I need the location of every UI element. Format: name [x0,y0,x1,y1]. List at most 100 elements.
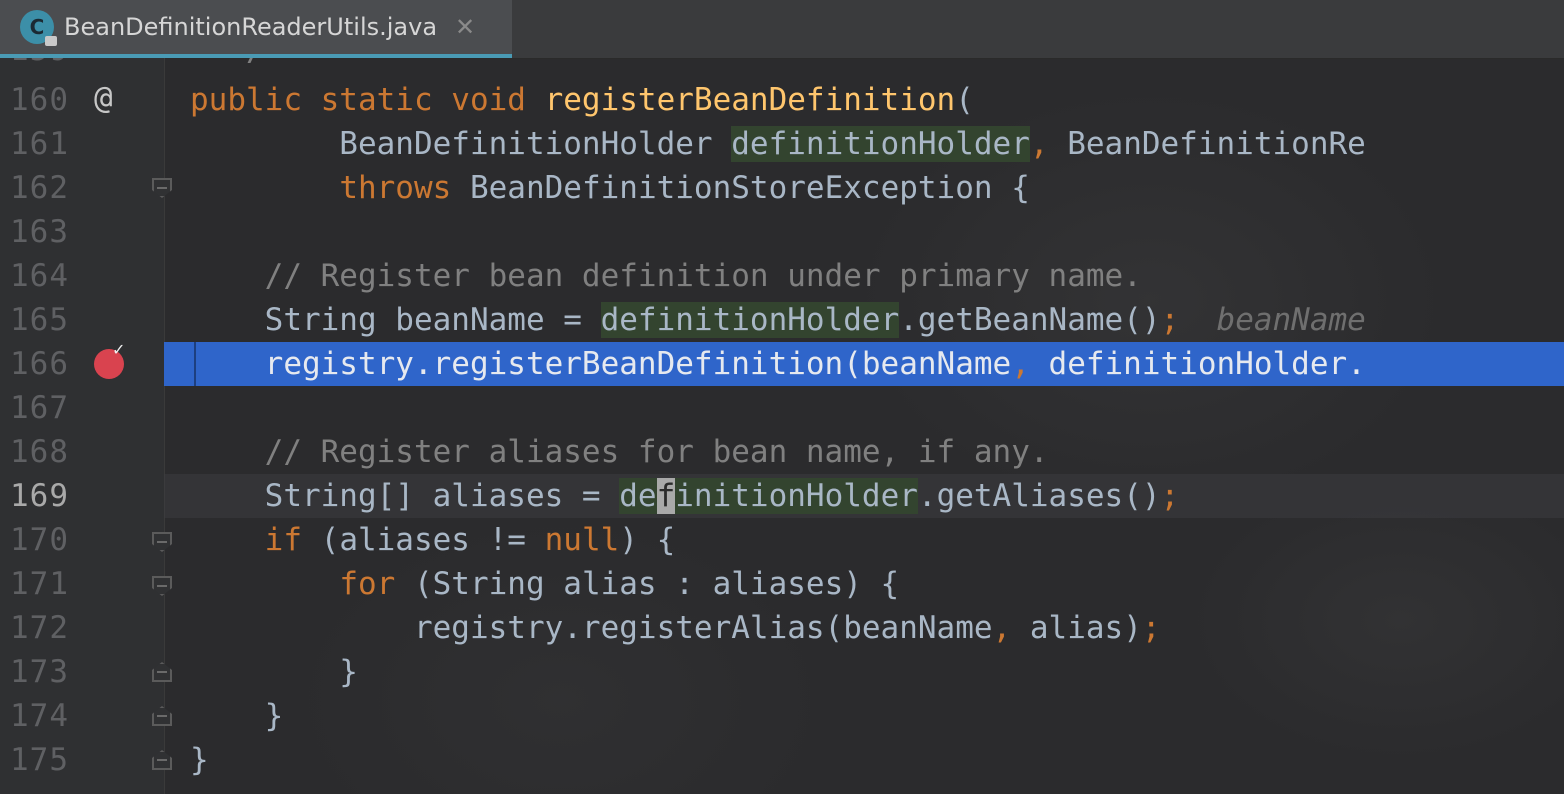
code-token: null [544,522,620,558]
code-token: definitionHolder. [1048,346,1366,382]
code-token: ; [1160,478,1180,514]
code-text: // Register aliases for bean name, if an… [190,430,1049,474]
line-number: 170 [10,522,69,558]
code-line[interactable]: 172 registry.registerAlias(beanName, ali… [0,606,1564,650]
code-token: (String alias : aliases) { [413,566,900,602]
code-line[interactable]: 173 } [0,650,1564,694]
code-line[interactable]: 161 BeanDefinitionHolder definitionHolde… [0,122,1564,166]
code-line[interactable]: 170 if (aliases != null) { [0,518,1564,562]
code-text: for (String alias : aliases) { [190,562,899,606]
editor-tab-bar: C BeanDefinitionReaderUtils.java ✕ [0,0,1564,59]
code-line[interactable]: 167 [0,386,1564,430]
code-token: registry.registerAlias(beanName [190,610,993,646]
code-token: , [992,610,1030,646]
code-text: } [190,738,209,782]
class-icon-letter: C [29,15,45,39]
code-token: , [1029,126,1068,162]
code-line[interactable]: 160 public static void registerBeanDefini… [0,78,1564,122]
code-token: alias) [1029,610,1142,646]
code-token: beanName [1179,302,1366,338]
code-token: BeanDefinitionStoreException { [469,170,1030,206]
code-token: } [190,742,209,778]
code-text: registry.registerAlias(beanName, alias); [190,606,1161,650]
tab-bean-definition-reader-utils[interactable]: C BeanDefinitionReaderUtils.java ✕ [0,0,512,58]
code-token: definitionHolder [731,126,1030,162]
code-token: String[] aliases = [190,478,620,514]
breakpoint-icon[interactable]: ✓ [94,342,125,379]
code-text: if (aliases != null) { [190,518,676,562]
line-number: 166 [10,346,69,382]
code-line[interactable]: 164 // Register bean definition under pr… [0,254,1564,298]
code-token: ; [1141,610,1161,646]
code-token: .getBeanName() [899,302,1161,338]
line-number: 162 [10,170,69,206]
line-number: 175 [10,742,69,778]
code-token: for [339,566,414,602]
code-token: .getAliases() [917,478,1161,514]
override-method-icon[interactable]: @ [94,80,113,116]
code-token: BeanDefinitionRe [1067,126,1366,162]
code-token: de [619,478,657,514]
code-token: throws [339,170,470,206]
line-number: 168 [10,434,69,470]
code-token: // Register bean definition under primar… [190,258,1142,294]
code-token: ; [1160,302,1180,338]
code-line[interactable]: 166 registry.registerBeanDefinition(bean… [0,342,1564,386]
code-token: ) { [619,522,676,558]
code-text: } [190,650,358,694]
code-token: String beanName = [190,302,601,338]
code-text: String[] aliases = definitionHolder.getA… [190,474,1179,518]
code-token: // Register aliases for bean name, if an… [190,434,1049,470]
code-line[interactable]: 169 String[] aliases = definitionHolder.… [0,474,1564,518]
tab-label: BeanDefinitionReaderUtils.java [64,13,438,41]
code-token: } [190,654,358,690]
line-number: 164 [10,258,69,294]
code-token: ( [955,82,974,118]
line-number: 173 [10,654,69,690]
code-line[interactable]: 168 // Register aliases for bean name, i… [0,430,1564,474]
code-line[interactable]: 162 throws BeanDefinitionStoreException … [0,166,1564,210]
code-line[interactable]: 165 String beanName = definitionHolder.g… [0,298,1564,342]
code-token: registry.registerBeanDefinition(beanName [190,346,1012,382]
code-token: BeanDefinitionHolder [190,126,732,162]
breakpoint-verified-check-icon: ✓ [112,340,126,359]
line-number: 165 [10,302,69,338]
code-line[interactable]: 163 [0,210,1564,254]
line-number: 160 [10,82,69,118]
code-token: initionHolder [675,478,918,514]
code-text: public static void registerBeanDefinitio… [190,78,974,122]
line-number: 174 [10,698,69,734]
code-line[interactable]: 175} [0,738,1564,782]
code-text: BeanDefinitionHolder definitionHolder, B… [190,122,1366,166]
lock-icon [45,36,57,46]
line-number: 169 [10,478,69,514]
partial-line-above: 159 */ [0,58,1564,72]
close-icon[interactable]: ✕ [455,13,475,41]
code-token: } [190,698,284,734]
line-number: 172 [10,610,69,646]
code-token: public static void [190,82,545,118]
code-token: if [264,522,321,558]
java-class-icon: C [20,10,57,46]
code-token: (aliases != [320,522,545,558]
line-number: 161 [10,126,69,162]
code-text: } [190,694,284,738]
code-token: definitionHolder [600,302,900,338]
code-text: throws BeanDefinitionStoreException { [190,166,1030,210]
code-line[interactable]: 174 } [0,694,1564,738]
code-text: registry.registerBeanDefinition(beanName… [190,342,1366,386]
line-number: 163 [10,214,69,250]
code-token: , [1011,346,1049,382]
line-number: 167 [10,390,69,426]
code-text: // Register bean definition under primar… [190,254,1142,298]
code-line[interactable]: 171 for (String alias : aliases) { [0,562,1564,606]
code-text: String beanName = definitionHolder.getBe… [190,298,1366,342]
code-token: registerBeanDefinition [544,82,956,118]
code-text: */ [190,58,264,72]
line-number: 171 [10,566,69,602]
line-number: 159 [10,58,69,72]
code-token: f [656,478,676,514]
